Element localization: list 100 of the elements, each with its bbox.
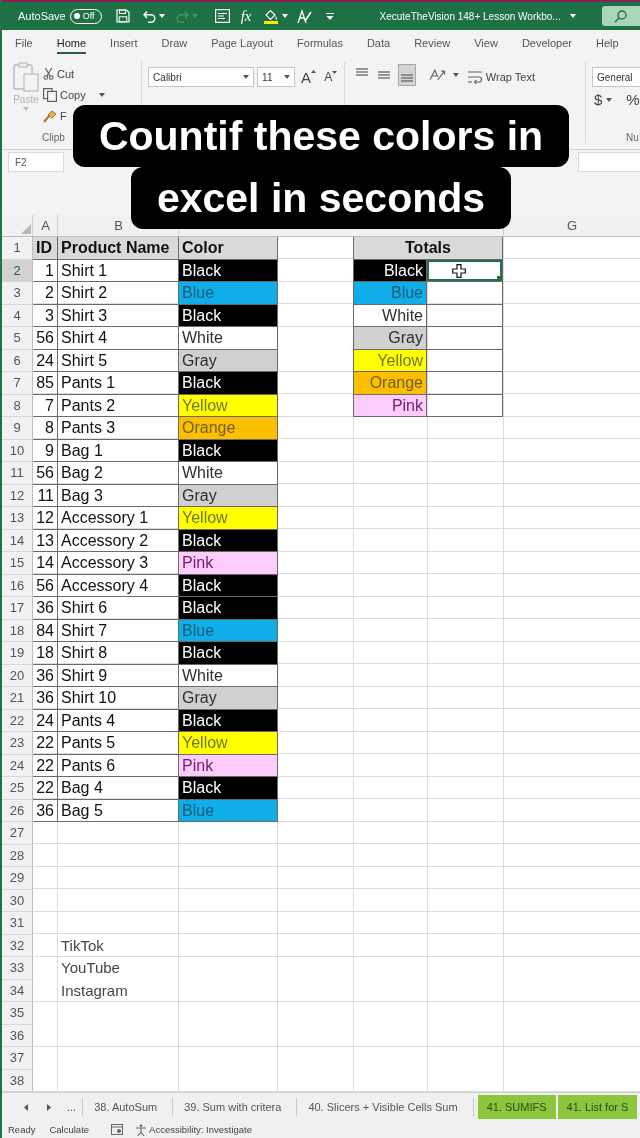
row-header[interactable]: 31 bbox=[2, 912, 33, 935]
sheet-tab[interactable]: 40. Slicers + Visible Cells Sum bbox=[299, 1095, 467, 1119]
fill-color-icon[interactable] bbox=[262, 8, 279, 24]
currency-button[interactable]: $ bbox=[594, 92, 603, 107]
row-header[interactable]: 22 bbox=[2, 709, 33, 732]
table-cell: 2 bbox=[33, 282, 58, 305]
column-header[interactable]: B bbox=[114, 218, 123, 233]
previous-sheet-icon[interactable] bbox=[24, 1103, 28, 1111]
row-header[interactable]: 10 bbox=[2, 439, 33, 462]
row-header[interactable]: 16 bbox=[2, 574, 33, 597]
ribbon-tab[interactable]: Page Layout bbox=[211, 34, 274, 54]
insert-function-button[interactable]: fx bbox=[240, 8, 252, 24]
macro-recorder-icon[interactable] bbox=[111, 1124, 124, 1135]
row-header[interactable]: 37 bbox=[2, 1047, 33, 1070]
row-header[interactable]: 33 bbox=[2, 957, 33, 980]
caret-icon[interactable] bbox=[606, 97, 613, 102]
ribbon-tab[interactable]: Data bbox=[366, 34, 391, 54]
font-size-field[interactable]: 11 bbox=[257, 67, 296, 87]
column-header[interactable]: G bbox=[566, 218, 578, 233]
row-header[interactable]: 29 bbox=[2, 867, 33, 890]
status-text: Ready bbox=[8, 1124, 36, 1135]
format-painter-button[interactable]: F bbox=[43, 106, 67, 125]
caret-icon[interactable] bbox=[453, 73, 459, 77]
row-header[interactable]: 25 bbox=[2, 777, 33, 800]
column-header[interactable]: A bbox=[41, 218, 50, 233]
ribbon-tab[interactable]: Home bbox=[56, 34, 87, 54]
caret-icon[interactable] bbox=[281, 14, 288, 18]
row-header[interactable]: 21 bbox=[2, 687, 33, 710]
row-header[interactable]: 6 bbox=[2, 349, 33, 372]
number-format-field[interactable]: General bbox=[592, 67, 640, 87]
row-header[interactable]: 19 bbox=[2, 642, 33, 665]
name-box[interactable]: F2 bbox=[8, 152, 64, 172]
ribbon-tab[interactable]: Review bbox=[414, 34, 451, 54]
cut-button[interactable]: Cut bbox=[43, 64, 75, 83]
ribbon-tab[interactable]: View bbox=[474, 34, 498, 54]
row-header[interactable]: 11 bbox=[2, 462, 33, 485]
wrap-text-button[interactable]: Wrap Text bbox=[466, 70, 583, 84]
more-sheets-button[interactable]: ... bbox=[67, 1101, 77, 1113]
row-header[interactable]: 17 bbox=[2, 597, 33, 620]
caret-icon bbox=[23, 107, 29, 111]
row-header[interactable]: 2 bbox=[2, 259, 33, 282]
row-header[interactable]: 20 bbox=[2, 664, 33, 687]
row-header[interactable]: 1 bbox=[2, 237, 33, 260]
shrink-font-button[interactable]: A bbox=[324, 71, 338, 83]
text-orientation-icon[interactable] bbox=[428, 68, 446, 82]
ribbon-tab[interactable]: Insert bbox=[110, 34, 138, 54]
color-cell: Orange bbox=[179, 417, 278, 440]
row-header[interactable]: 26 bbox=[2, 799, 33, 822]
caret-icon[interactable] bbox=[158, 14, 165, 18]
row-header[interactable]: 28 bbox=[2, 844, 33, 867]
row-header[interactable]: 5 bbox=[2, 327, 33, 350]
row-header[interactable]: 7 bbox=[2, 372, 33, 395]
customize-caret-icon[interactable] bbox=[325, 12, 334, 20]
form-icon[interactable] bbox=[214, 9, 230, 23]
row-header[interactable]: 3 bbox=[2, 282, 33, 305]
copy-button[interactable]: Copy bbox=[43, 85, 105, 104]
undo-icon[interactable] bbox=[142, 9, 156, 23]
row-header[interactable]: 13 bbox=[2, 507, 33, 530]
sheet-tab[interactable]: 41. SUMIFS bbox=[477, 1095, 556, 1119]
document-title[interactable]: XecuteTheVision 148+ Lesson Workbo... bbox=[379, 10, 561, 22]
row-header[interactable]: 4 bbox=[2, 304, 33, 327]
pen-icon[interactable] bbox=[296, 8, 312, 24]
ribbon-tab[interactable]: Draw bbox=[161, 34, 188, 54]
sheet-tab[interactable]: 41. List for S bbox=[557, 1095, 638, 1119]
caret-icon[interactable] bbox=[569, 14, 576, 18]
formula-field[interactable] bbox=[578, 152, 640, 172]
search-field[interactable] bbox=[602, 6, 640, 26]
row-header[interactable]: 38 bbox=[2, 1069, 33, 1092]
ribbon-tab[interactable]: File bbox=[15, 34, 33, 54]
caption-text: excel in seconds bbox=[130, 167, 512, 229]
align-button[interactable] bbox=[397, 64, 416, 86]
row-header[interactable]: 32 bbox=[2, 934, 33, 957]
row-header[interactable]: 9 bbox=[2, 417, 33, 440]
row-header[interactable]: 36 bbox=[2, 1024, 33, 1047]
row-header[interactable]: 8 bbox=[2, 394, 33, 417]
sheet-tab[interactable]: 38. AutoSum bbox=[85, 1095, 167, 1119]
color-cell: White bbox=[179, 664, 278, 687]
row-header[interactable]: 24 bbox=[2, 754, 33, 777]
font-name-field[interactable]: Calibri bbox=[148, 67, 255, 87]
next-sheet-icon[interactable] bbox=[47, 1103, 51, 1111]
accessibility-button[interactable]: Accessibility: Investigate bbox=[135, 1123, 253, 1136]
ribbon-tab[interactable]: Formulas bbox=[297, 34, 343, 54]
row-header[interactable]: 14 bbox=[2, 529, 33, 552]
grow-font-button[interactable]: A bbox=[301, 69, 317, 85]
caret-icon bbox=[98, 92, 105, 97]
row-header[interactable]: 18 bbox=[2, 619, 33, 642]
sheet-tab[interactable]: 39. Sum with critera bbox=[175, 1095, 291, 1119]
row-header[interactable]: 35 bbox=[2, 1002, 33, 1025]
row-header[interactable]: 23 bbox=[2, 732, 33, 755]
row-header[interactable]: 15 bbox=[2, 552, 33, 575]
row-header[interactable]: 12 bbox=[2, 484, 33, 507]
ribbon-tab[interactable]: Developer bbox=[521, 34, 572, 54]
row-header[interactable]: 27 bbox=[2, 822, 33, 845]
percent-button[interactable]: % bbox=[626, 92, 640, 107]
row-header[interactable]: 34 bbox=[2, 979, 33, 1002]
ribbon-tab[interactable]: Help bbox=[596, 34, 619, 54]
color-cell: Black bbox=[179, 304, 278, 327]
save-icon[interactable] bbox=[115, 9, 130, 23]
table-cell: 36 bbox=[33, 799, 58, 822]
row-header[interactable]: 30 bbox=[2, 889, 33, 912]
